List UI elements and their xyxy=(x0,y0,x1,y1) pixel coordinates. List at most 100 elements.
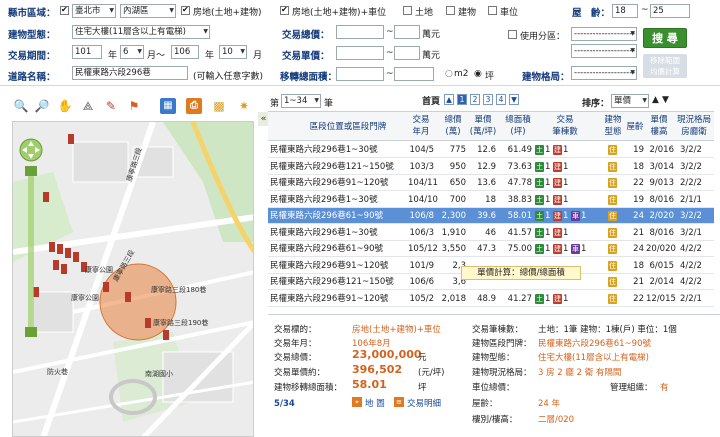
header-floor[interactable]: 單價 樓高 xyxy=(646,114,672,138)
header-total[interactable]: 總價 (萬) xyxy=(440,114,466,138)
reset-average-button[interactable]: 移除範圍 均價計算 xyxy=(643,54,687,78)
table-row[interactable]: 民權東路六段296巷1~30號 104/10 700 18 38.83 土 1 建 1 住 19 8/… xyxy=(268,192,714,208)
sort-select[interactable]: 單價 xyxy=(611,94,649,108)
check-land-building-label: 房地(土地+建物) xyxy=(193,8,262,18)
city-checkbox[interactable] xyxy=(60,6,69,15)
page-next-icon[interactable]: ▼ xyxy=(509,94,519,105)
sort-asc-icon[interactable]: ▲ xyxy=(652,95,659,105)
page-range-select[interactable]: 1~34 xyxy=(281,94,321,108)
header-layout[interactable]: 現況格局 房廳衛 xyxy=(674,114,714,138)
transaction-detail: 交易標的： 房地(土地+建物)+車位 交易年月： 106年8月 交易總價： 23… xyxy=(268,314,720,437)
total-price-from-input[interactable] xyxy=(336,25,384,39)
area-to-input[interactable] xyxy=(394,67,434,81)
map-pan-control-icon[interactable] xyxy=(19,138,43,162)
layout-label: 建物格局： xyxy=(522,72,570,83)
partition-checkbox[interactable] xyxy=(508,30,517,39)
grid-icon[interactable]: ▩ xyxy=(211,98,227,114)
cell-unit: 39.6 xyxy=(477,211,496,221)
check-parking[interactable] xyxy=(488,6,497,15)
detail-link[interactable]: 交易明細 xyxy=(407,397,441,409)
city-select[interactable]: 臺北市 xyxy=(72,4,116,18)
age-from-input[interactable]: 18 xyxy=(612,4,638,18)
page-3-button[interactable]: 3 xyxy=(483,94,493,105)
cell-total: 3,550 xyxy=(441,244,466,254)
table-row[interactable]: 民權東路六段296巷61~90號 105/12 3,550 47.3 75.00 土 1 建 1… xyxy=(268,241,714,257)
unit-price-to-input[interactable] xyxy=(394,46,420,60)
building-type-select[interactable]: 住宅大樓(11層含以上有電梯) xyxy=(72,25,210,39)
partition-select-1[interactable]: -------------------- xyxy=(571,27,637,41)
map-view[interactable]: 康寧路三段 康寧路三段180巷 康寧路三段190巷 康寧路三段 康寧公園 防火巷… xyxy=(12,121,254,437)
cell-layout: 3/2/2 xyxy=(680,161,702,172)
cell-age: 18 xyxy=(633,260,644,271)
table-row[interactable]: 民權東路六段296巷91~120號 105/2 2,018 48.9 41.27 土 1 建 1… xyxy=(268,291,714,307)
unit-m2-radio[interactable]: ○ xyxy=(445,69,453,79)
sort-desc-icon[interactable]: ▼ xyxy=(662,95,669,105)
cell-cnt: 1 xyxy=(545,227,551,238)
settings-icon[interactable]: ✷ xyxy=(236,98,252,114)
draw-polygon-icon[interactable]: ⟁ xyxy=(80,98,96,114)
detail-link-icon[interactable]: ≡ xyxy=(394,397,404,407)
detail-date-label: 交易年月： xyxy=(274,339,317,349)
year-to-input[interactable]: 106 xyxy=(171,45,199,59)
table-row[interactable]: 民權東路六段296巷91~120號 104/11 650 13.6 47.78 土 1 建 1 住… xyxy=(268,175,714,191)
year-from-input[interactable]: 101 xyxy=(72,45,102,59)
cell-floor: 2/016 xyxy=(649,145,675,155)
header-age[interactable]: 屋齡 xyxy=(624,121,646,133)
page-2-button[interactable]: 2 xyxy=(470,94,480,105)
tag-land-icon: 土 xyxy=(535,178,544,188)
header-count[interactable]: 交易 筆棟數 xyxy=(550,114,580,138)
page-first-icon[interactable]: ▲ xyxy=(444,94,454,105)
table-row[interactable]: 民權東路六段296巷1~30號 104/5 775 12.6 61.49 土 1 建 1 住 19 2… xyxy=(268,142,714,158)
check-land-building[interactable] xyxy=(181,6,190,15)
area-from-input[interactable] xyxy=(336,67,384,81)
header-location[interactable]: 區段位置或區段門牌 xyxy=(288,121,408,133)
page-4-button[interactable]: 4 xyxy=(496,94,506,105)
cell-cnt: 1 xyxy=(545,244,551,254)
layer-icon[interactable]: ▦ xyxy=(160,98,176,114)
search-button[interactable]: 搜 尋 xyxy=(643,28,687,48)
table-row[interactable]: 民權東路六段296巷1~30號 106/3 1,910 46 41.57 土 1 建 1 住 21 8… xyxy=(268,225,714,241)
header-trade-date[interactable]: 交易 年月 xyxy=(408,114,434,138)
header-btype[interactable]: 建物 型態 xyxy=(602,114,624,138)
detail-car-label: 車位總價： xyxy=(472,383,515,393)
partition-select-2[interactable]: -------------------- xyxy=(571,44,637,58)
zoom-out-icon[interactable]: 🔎 xyxy=(34,98,50,114)
unit-price-from-input[interactable] xyxy=(336,46,384,60)
map-canvas[interactable]: 康寧路三段 康寧路三段180巷 康寧路三段190巷 康寧路三段 康寧公園 防火巷… xyxy=(13,122,254,437)
table-row[interactable]: 民權東路六段296巷121~150號 103/3 950 12.9 73.63 土 1 建 1 住… xyxy=(268,159,714,175)
district-select[interactable]: 內湖區 xyxy=(120,4,176,18)
print-icon[interactable]: ⎙ xyxy=(186,98,202,114)
pan-hand-icon[interactable]: ✋ xyxy=(57,98,73,114)
cell-total: 2,018 xyxy=(441,293,466,304)
cell-total: 700 xyxy=(449,194,466,205)
month-to-select[interactable]: 10 xyxy=(219,45,247,59)
cell-layout: 3/2/2 xyxy=(680,145,702,155)
header-unit[interactable]: 單價 (萬/坪) xyxy=(468,114,498,138)
tag-building-icon: 建 xyxy=(553,178,562,188)
map-link[interactable]: 地 圖 xyxy=(365,397,385,409)
cell-date: 105/12 xyxy=(408,244,438,254)
table-row[interactable]: 民權東路六段296巷61~90號 106/8 2,300 39.6 58.01 土 1 建 1 車… xyxy=(268,208,714,224)
map-link-icon[interactable]: ⌖ xyxy=(352,397,362,407)
road-input[interactable]: 民權東路六段296巷 xyxy=(72,66,188,80)
zoom-in-icon[interactable]: 🔍 xyxy=(13,98,29,114)
place-label-1: 康寧公園 xyxy=(71,293,99,302)
marker-tool-icon[interactable]: ⚑ xyxy=(126,98,142,114)
building-type-icon: 住 xyxy=(608,244,617,254)
page-1-button[interactable]: 1 xyxy=(457,94,467,105)
total-price-unit: 萬元 xyxy=(422,30,441,40)
detail-area-label: 建物移轉總面積： xyxy=(274,383,343,393)
tag-parking-icon: 車 xyxy=(571,211,580,221)
total-price-to-input[interactable] xyxy=(394,25,420,39)
month-from-select[interactable]: 6 xyxy=(120,45,144,59)
unit-ping-radio[interactable]: ◉ xyxy=(474,69,482,79)
check-land[interactable] xyxy=(403,6,412,15)
building-type-icon: 住 xyxy=(608,211,617,221)
age-to-input[interactable]: 25 xyxy=(650,4,690,18)
layout-select[interactable]: -------------------- xyxy=(571,66,637,80)
tag-building-icon: 建 xyxy=(553,211,562,221)
draw-line-icon[interactable]: ✎ xyxy=(103,98,119,114)
check-land-building-car[interactable] xyxy=(280,6,289,15)
check-building[interactable] xyxy=(446,6,455,15)
header-area[interactable]: 總面積 (坪) xyxy=(500,114,536,138)
